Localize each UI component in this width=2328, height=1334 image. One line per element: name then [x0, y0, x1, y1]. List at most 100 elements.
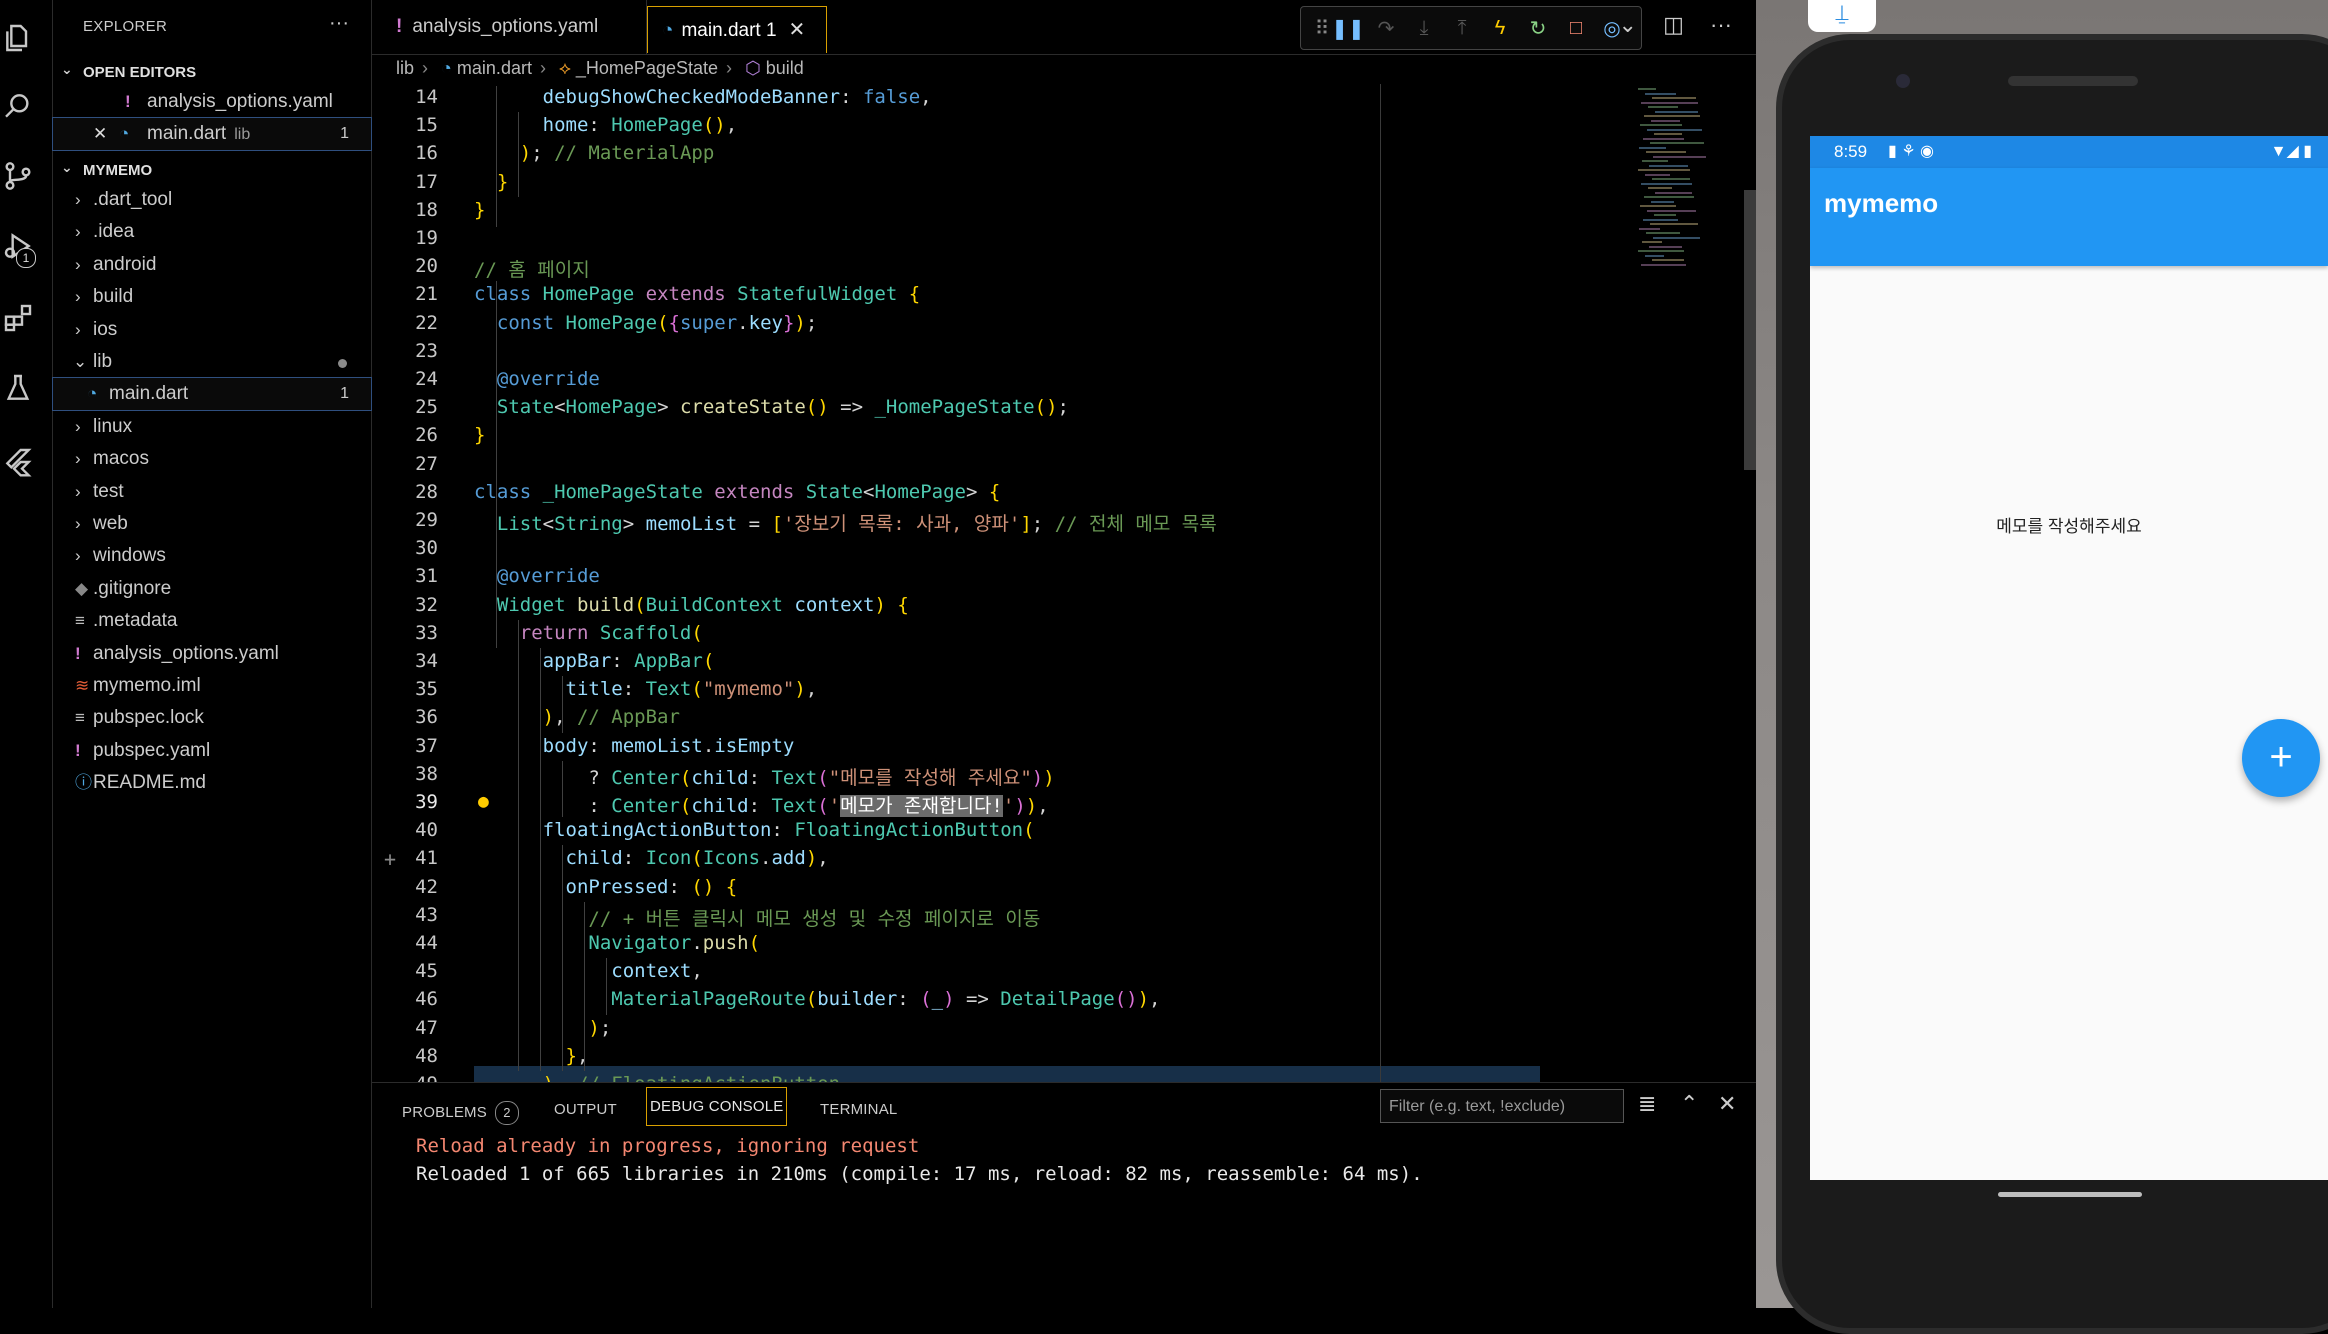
- code-line[interactable]: }: [474, 199, 485, 221]
- extensions-icon[interactable]: [0, 300, 36, 336]
- code-line[interactable]: // 홈 페이지: [474, 255, 590, 282]
- pause-icon[interactable]: ❚❚: [1331, 15, 1365, 41]
- tree-item-metadata[interactable]: ≡ .metadata: [53, 605, 371, 637]
- tree-item-lib[interactable]: ⌄ lib: [53, 346, 371, 378]
- close-panel-icon[interactable]: ✕: [1718, 1091, 1736, 1117]
- editor-scrollbar[interactable]: [1744, 190, 1756, 470]
- code-line[interactable]: State<HomePage> createState() => _HomePa…: [474, 396, 1069, 418]
- tab-main-dart[interactable]: ◔ main.dart 1 ✕: [647, 6, 827, 53]
- code-line[interactable]: : Center(child: Text('메모가 존재합니다!')),: [474, 791, 1049, 818]
- open-editors-section[interactable]: ⌄ OPEN EDITORS: [53, 58, 371, 88]
- breadcrumb-item[interactable]: _HomePageState: [576, 58, 718, 78]
- code-line[interactable]: List<String> memoList = ['장보기 목록: 사과, 양파…: [474, 509, 1217, 536]
- tree-item-mymemo-iml[interactable]: ≋ mymemo.iml: [53, 670, 371, 702]
- code-line[interactable]: },: [474, 1045, 589, 1067]
- code-line[interactable]: Navigator.push(: [474, 932, 760, 954]
- project-section[interactable]: ⌄ MYMEMO: [53, 156, 371, 186]
- close-icon[interactable]: ✕: [789, 19, 806, 41]
- add-memo-button[interactable]: +: [2242, 719, 2320, 797]
- source-control-icon[interactable]: [0, 158, 36, 194]
- search-icon[interactable]: [0, 88, 36, 124]
- step-out-icon[interactable]: ⤒: [1449, 15, 1475, 41]
- tree-item-build[interactable]: › build: [53, 281, 371, 313]
- code-line[interactable]: ); // MaterialApp: [474, 142, 715, 164]
- code-line[interactable]: class _HomePageState extends State<HomeP…: [474, 481, 1000, 503]
- tree-item-android[interactable]: › android: [53, 249, 371, 281]
- home-gesture-bar[interactable]: [1998, 1192, 2142, 1197]
- testing-icon[interactable]: [0, 370, 36, 406]
- close-icon[interactable]: ✕: [93, 118, 107, 150]
- code-line[interactable]: const HomePage({super.key});: [474, 312, 817, 334]
- tree-item-gitignore[interactable]: ◆ .gitignore: [53, 573, 371, 605]
- flutter-icon[interactable]: [0, 444, 36, 480]
- code-line[interactable]: title: Text("mymemo"),: [474, 678, 818, 700]
- word-wrap-icon[interactable]: ≣: [1638, 1091, 1656, 1117]
- chevron-up-icon[interactable]: ⌃: [1680, 1091, 1698, 1117]
- tab-terminal[interactable]: TERMINAL: [820, 1101, 897, 1118]
- code-line[interactable]: return Scaffold(: [474, 622, 703, 644]
- console-filter-input[interactable]: Filter (e.g. text, !exclude): [1380, 1089, 1624, 1123]
- explorer-more-icon[interactable]: ···: [329, 12, 349, 35]
- code-line[interactable]: home: HomePage(),: [474, 114, 738, 136]
- tree-item-label: .gitignore: [93, 577, 172, 599]
- lightbulb-icon[interactable]: ●: [478, 791, 489, 812]
- tree-item-test[interactable]: › test: [53, 476, 371, 508]
- breadcrumb-item[interactable]: build: [766, 58, 804, 78]
- code-line[interactable]: Widget build(BuildContext context) {: [474, 594, 909, 616]
- tree-item-readme-md[interactable]: ⓘ README.md: [53, 767, 371, 799]
- minimap-line: [1643, 218, 1678, 221]
- open-editor-item[interactable]: ✕ ◔ main.dart lib 1: [52, 117, 372, 151]
- breadcrumb-item[interactable]: lib: [396, 58, 414, 78]
- line-number: 39: [415, 791, 438, 813]
- code-line[interactable]: MaterialPageRoute(builder: (_) => Detail…: [474, 988, 1160, 1010]
- chevron-down-icon[interactable]: ⌄: [1619, 12, 1637, 37]
- tab-problems[interactable]: PROBLEMS 2: [402, 1101, 519, 1125]
- code-line[interactable]: class HomePage extends StatefulWidget {: [474, 283, 920, 305]
- tree-item-ios[interactable]: › ios: [53, 314, 371, 346]
- step-over-icon[interactable]: ↷: [1373, 15, 1399, 41]
- emulator-toolbar-icon[interactable]: ⍊: [1808, 0, 1876, 32]
- tree-item-web[interactable]: › web: [53, 508, 371, 540]
- tree-item-dart-tool[interactable]: › .dart_tool: [53, 184, 371, 216]
- breadcrumb-item[interactable]: main.dart: [457, 58, 532, 78]
- more-actions-icon[interactable]: ···: [1710, 12, 1732, 37]
- code-line[interactable]: onPressed: () {: [474, 876, 738, 898]
- minimap[interactable]: [1634, 84, 1738, 284]
- restart-icon[interactable]: ↻: [1525, 15, 1551, 41]
- tree-item-linux[interactable]: › linux: [53, 411, 371, 443]
- vertical-ruler: [1380, 84, 1381, 1082]
- code-line[interactable]: ), // FloatingActionButton: [474, 1073, 840, 1082]
- tree-item-main-dart[interactable]: ◔ main.dart 1: [52, 377, 372, 412]
- tree-item-pubspec-lock[interactable]: ≡ pubspec.lock: [53, 702, 371, 734]
- code-line[interactable]: debugShowCheckedModeBanner: false,: [474, 86, 932, 108]
- code-line[interactable]: context,: [474, 960, 703, 982]
- code-line[interactable]: }: [474, 424, 485, 446]
- split-editor-icon[interactable]: ◫: [1663, 12, 1684, 37]
- tab-output[interactable]: OUTPUT: [554, 1101, 617, 1118]
- code-line[interactable]: // + 버튼 클릭시 메모 생성 및 수정 페이지로 이동: [474, 904, 1040, 931]
- open-editor-item[interactable]: ! analysis_options.yaml: [53, 86, 371, 118]
- tree-item-analysis-options-yaml[interactable]: ! analysis_options.yaml: [53, 638, 371, 670]
- stop-icon[interactable]: □: [1563, 15, 1589, 41]
- tab-debug-console[interactable]: DEBUG CONSOLE: [646, 1087, 788, 1126]
- code-line[interactable]: floatingActionButton: FloatingActionButt…: [474, 819, 1035, 841]
- hot-reload-icon[interactable]: ϟ: [1487, 15, 1513, 41]
- code-line[interactable]: @override: [474, 368, 600, 390]
- tree-item-idea[interactable]: › .idea: [53, 216, 371, 248]
- tree-item-pubspec-yaml[interactable]: ! pubspec.yaml: [53, 735, 371, 767]
- line-number: 28: [415, 480, 438, 503]
- tree-item-macos[interactable]: › macos: [53, 443, 371, 475]
- code-line[interactable]: ), // AppBar: [474, 706, 680, 728]
- tab-analysis-options[interactable]: ! analysis_options.yaml: [372, 0, 647, 54]
- code-line[interactable]: }: [474, 171, 508, 193]
- code-line[interactable]: );: [474, 1017, 611, 1039]
- code-line[interactable]: @override: [474, 565, 600, 587]
- step-into-icon[interactable]: ⤓: [1411, 15, 1437, 41]
- code-line[interactable]: appBar: AppBar(: [474, 650, 715, 672]
- code-line[interactable]: child: Icon(Icons.add),: [474, 847, 829, 869]
- code-line[interactable]: body: memoList.isEmpty: [474, 735, 795, 757]
- code-editor[interactable]: 14 debugShowCheckedModeBanner: false, 15 …: [372, 84, 1756, 1082]
- explorer-icon[interactable]: [0, 20, 36, 56]
- add-comment-icon[interactable]: +: [384, 847, 396, 871]
- tree-item-windows[interactable]: › windows: [53, 540, 371, 572]
